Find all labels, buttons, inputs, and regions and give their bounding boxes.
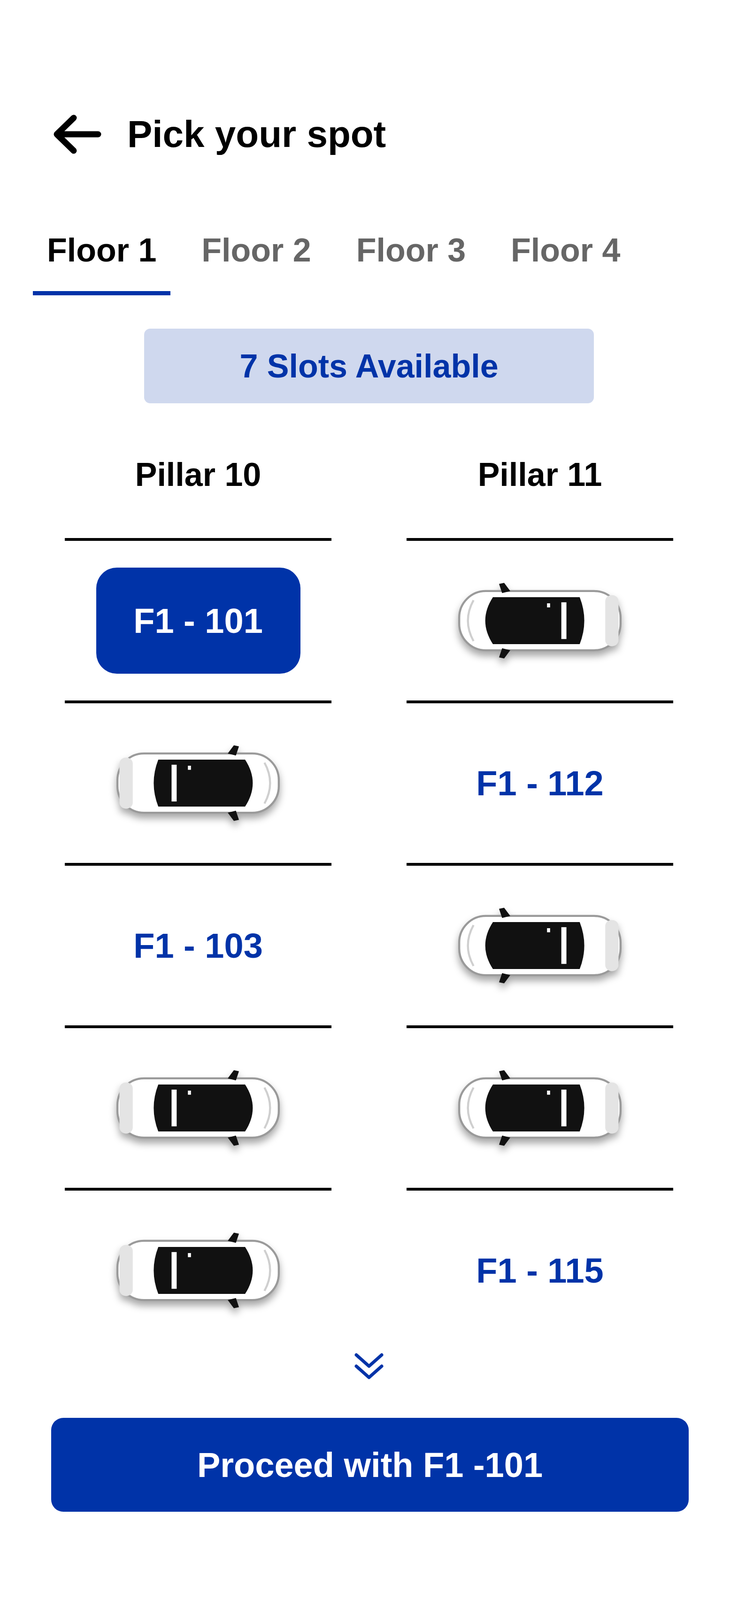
parking-slot[interactable]: F1 - 101 (64, 538, 332, 701)
parking-slot (406, 538, 674, 701)
parking-slot (64, 1187, 332, 1351)
slot-label[interactable]: F1 - 103 (133, 925, 263, 966)
slot-label[interactable]: F1 - 101 (96, 567, 301, 674)
pillar-column: Pillar 11 F1 - 112 F1 - 115 (406, 454, 674, 1351)
header: Pick your spot (0, 112, 738, 156)
parked-car-icon (453, 579, 627, 662)
pillar-label: Pillar 11 (406, 454, 674, 495)
page-title: Pick your spot (127, 112, 386, 156)
parking-spot-screen: Pick your spot Floor 1Floor 2 Floor 3Floo… (0, 0, 738, 1600)
pillar-column: Pillar 10 F1 - 101 F1 - 103 (64, 454, 332, 1351)
parking-slot (406, 862, 674, 1026)
floor-tab[interactable]: Floor 3 (342, 230, 480, 296)
proceed-button[interactable]: Proceed with F1 -101 (51, 1417, 689, 1512)
parking-slot (64, 700, 332, 863)
back-arrow-icon[interactable] (51, 113, 103, 156)
parked-car-icon (111, 1229, 285, 1312)
pillar-label: Pillar 10 (64, 454, 332, 495)
double-chevron-down-icon[interactable] (352, 1352, 386, 1382)
parked-car-icon (453, 1067, 627, 1149)
scroll-more[interactable] (0, 1352, 738, 1382)
slot-grid: Pillar 10 F1 - 101 F1 - 103 Pillar 11 F1 -… (0, 454, 738, 1351)
parked-car-icon (453, 904, 627, 987)
parking-slot (406, 1025, 674, 1188)
slot-label[interactable]: F1 - 115 (476, 1250, 604, 1291)
parking-slot[interactable]: F1 - 112 (406, 700, 674, 863)
parked-car-icon (111, 742, 285, 824)
floor-tab[interactable]: Floor 1 (32, 230, 171, 296)
slot-label[interactable]: F1 - 112 (476, 763, 604, 804)
floor-tab[interactable]: Floor 4 (496, 230, 635, 296)
parking-slot (64, 1025, 332, 1188)
parking-slot[interactable]: F1 - 103 (64, 862, 332, 1026)
floor-tabs: Floor 1Floor 2 Floor 3Floor 4 (0, 230, 738, 296)
parking-slot[interactable]: F1 - 115 (406, 1187, 674, 1351)
floor-tab[interactable]: Floor 2 (187, 230, 325, 296)
availability-badge: 7 Slots Available (144, 328, 594, 404)
parked-car-icon (111, 1067, 285, 1149)
